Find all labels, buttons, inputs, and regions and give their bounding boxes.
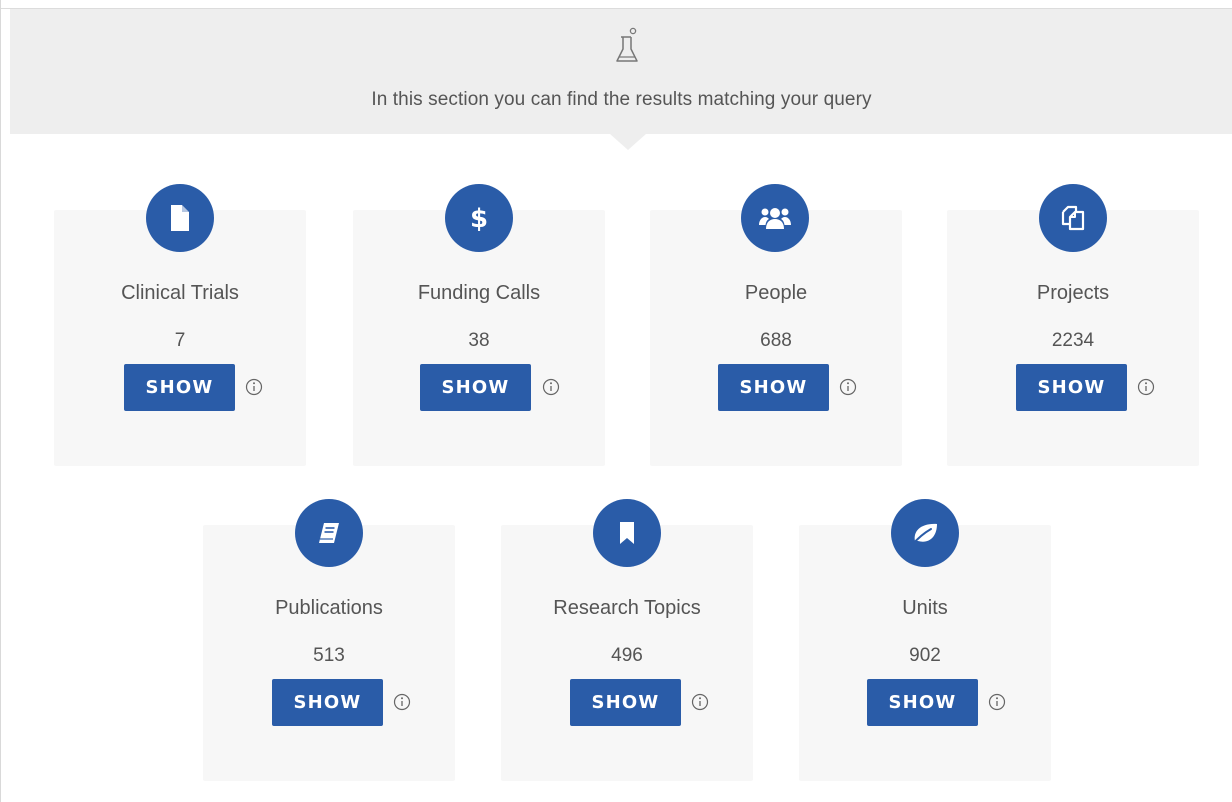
bookmark-icon [593, 499, 661, 567]
card-count: 688 [760, 330, 792, 351]
book-icon [295, 499, 363, 567]
show-publications-button[interactable]: SHOW [272, 679, 383, 726]
info-icon[interactable] [245, 378, 263, 396]
show-funding-calls-button[interactable]: SHOW [420, 364, 531, 411]
card-count: 38 [468, 330, 490, 351]
info-icon[interactable] [1137, 378, 1155, 396]
show-research-topics-button[interactable]: SHOW [570, 679, 681, 726]
results-header-text: In this section you can find the results… [371, 89, 872, 110]
card-label: Publications [275, 597, 383, 619]
card-projects: Projects 2234 SHOW [947, 184, 1199, 466]
card-funding-calls: $ Funding Calls 38 SHOW [353, 184, 605, 466]
card-label: Funding Calls [417, 282, 541, 304]
header-pointer [610, 134, 646, 150]
card-people: People 688 SHOW [650, 184, 902, 466]
card-label: People [744, 282, 808, 304]
info-icon[interactable] [393, 693, 411, 711]
card-count: 496 [611, 645, 643, 666]
card-count: 513 [313, 645, 345, 666]
card-count: 902 [909, 645, 941, 666]
show-projects-button[interactable]: SHOW [1016, 364, 1127, 411]
svg-text:$: $ [470, 204, 488, 234]
info-icon[interactable] [839, 378, 857, 396]
copy-icon [1039, 184, 1107, 252]
show-clinical-trials-button[interactable]: SHOW [124, 364, 235, 411]
results-header: In this section you can find the results… [10, 9, 1232, 134]
card-label: Projects [1036, 282, 1110, 304]
show-people-button[interactable]: SHOW [718, 364, 829, 411]
card-research-topics: Research Topics 496 SHOW [501, 499, 753, 781]
card-publications: Publications 513 SHOW [203, 499, 455, 781]
leaf-icon [891, 499, 959, 567]
results-page: In this section you can find the results… [0, 0, 1232, 802]
info-icon[interactable] [542, 378, 560, 396]
card-count: 7 [174, 330, 186, 351]
card-units: Units 902 SHOW [799, 499, 1051, 781]
file-icon [146, 184, 214, 252]
show-units-button[interactable]: SHOW [867, 679, 978, 726]
card-label: Research Topics [553, 597, 701, 619]
users-icon [741, 184, 809, 252]
card-clinical-trials: Clinical Trials 7 SHOW [54, 184, 306, 466]
dollar-icon: $ [445, 184, 513, 252]
card-label: Clinical Trials [121, 282, 239, 304]
flask-icon [616, 27, 638, 62]
info-icon[interactable] [691, 693, 709, 711]
card-count: 2234 [1051, 330, 1095, 351]
info-icon[interactable] [988, 693, 1006, 711]
card-label: Units [902, 597, 948, 619]
